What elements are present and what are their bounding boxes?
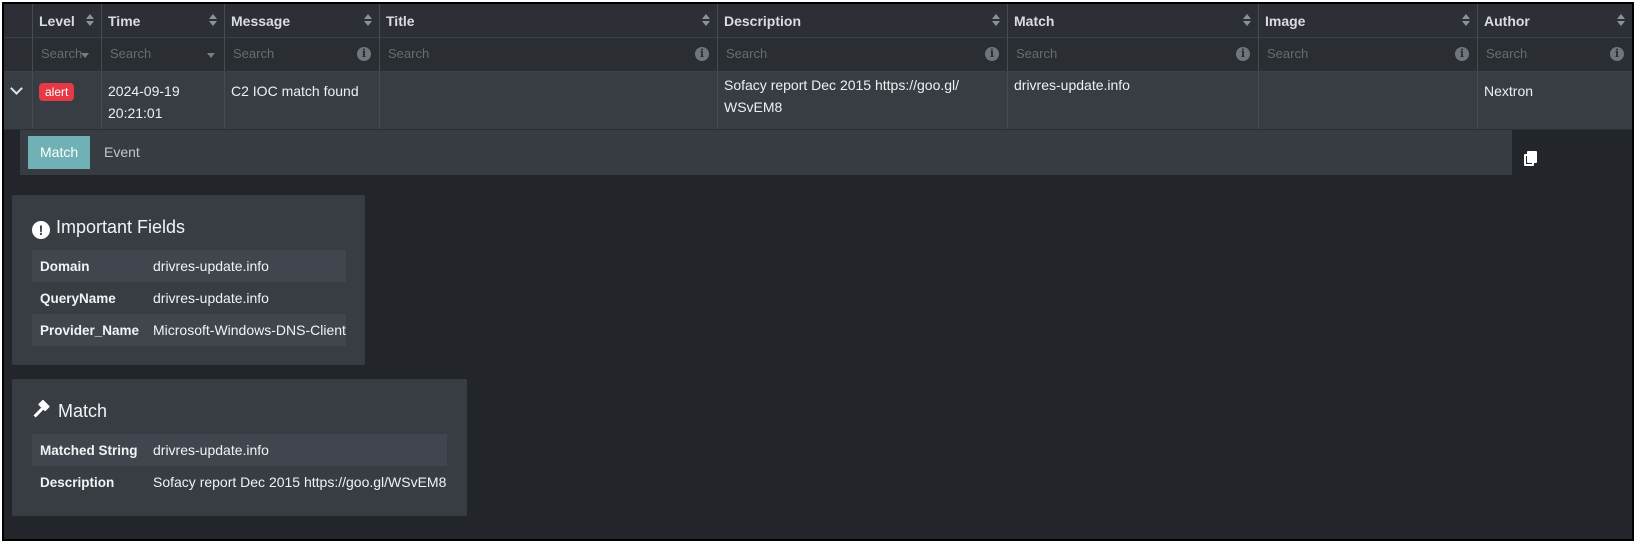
- sort-icon[interactable]: [364, 14, 372, 26]
- field-value: Sofacy report Dec 2015 https://goo.gl/WS…: [153, 474, 447, 490]
- match-text: drivres-update.info: [1014, 77, 1130, 93]
- expand-toggle[interactable]: [4, 72, 33, 129]
- table-header: Level Time Message Title Description Mat…: [4, 4, 1632, 38]
- sort-icon[interactable]: [209, 14, 217, 26]
- image-search-input[interactable]: Search i: [1259, 38, 1478, 71]
- field-value: drivres-update.info: [153, 290, 269, 306]
- card-title-text: Important Fields: [56, 217, 186, 237]
- sort-icon[interactable]: [992, 14, 1000, 26]
- filter-placeholder: Search: [233, 46, 275, 61]
- sort-icon[interactable]: [1617, 14, 1625, 26]
- card-title-text: Match: [58, 401, 108, 421]
- sort-icon[interactable]: [1243, 14, 1251, 26]
- time-filter-select[interactable]: Search: [102, 38, 225, 71]
- sort-icon[interactable]: [1462, 14, 1470, 26]
- detail-tabs: Match Event: [20, 130, 1512, 175]
- sort-icon[interactable]: [702, 14, 710, 26]
- column-header-level[interactable]: Level: [33, 4, 102, 37]
- gavel-icon: [32, 399, 52, 419]
- time-date: 2024-09-19: [108, 83, 180, 99]
- author-text: Nextron: [1484, 83, 1534, 99]
- match-card: Match Matched String drivres-update.info …: [12, 379, 467, 516]
- important-fields-card: ! Important Fields Domain drivres-update.i…: [12, 195, 365, 365]
- match-search-input[interactable]: Search i: [1008, 38, 1259, 71]
- filter-placeholder: Search: [1486, 46, 1528, 61]
- column-header-author[interactable]: Author: [1478, 4, 1632, 37]
- description-text: Sofacy report Dec 2015 https://goo.gl/: [724, 77, 960, 93]
- sort-icon[interactable]: [86, 14, 94, 26]
- cell-level: alert: [33, 72, 102, 129]
- column-label: Match: [1014, 13, 1055, 29]
- level-badge: alert: [39, 83, 75, 101]
- filter-placeholder: Search: [388, 46, 430, 61]
- column-header-message[interactable]: Message: [225, 4, 380, 37]
- field-row: Provider_Name Microsoft-Windows-DNS-Clien…: [32, 314, 346, 346]
- filter-placeholder: Search: [1267, 46, 1309, 61]
- copy-icon[interactable]: [1524, 151, 1538, 167]
- cell-match: drivres-update.info: [1008, 72, 1259, 129]
- column-label: Message: [231, 13, 291, 29]
- message-search-input[interactable]: Search i: [225, 38, 380, 71]
- info-icon[interactable]: i: [695, 47, 709, 61]
- column-label: Image: [1265, 13, 1306, 29]
- field-row: Matched String drivres-update.info: [32, 434, 447, 466]
- chevron-down-icon: [10, 82, 23, 95]
- info-icon[interactable]: i: [1455, 47, 1469, 61]
- info-icon[interactable]: i: [1610, 47, 1624, 61]
- cell-time: 2024-09-19 20:21:01: [102, 72, 225, 129]
- message-text: C2 IOC match found: [231, 83, 359, 99]
- column-label: Description: [724, 13, 802, 29]
- column-header-description[interactable]: Description: [718, 4, 1008, 37]
- author-search-input[interactable]: Search i: [1478, 38, 1632, 71]
- header-expand: [4, 4, 33, 37]
- description-search-input[interactable]: Search i: [718, 38, 1008, 71]
- field-value: Microsoft-Windows-DNS-Client: [153, 322, 346, 338]
- column-header-time[interactable]: Time: [102, 4, 225, 37]
- info-icon[interactable]: i: [357, 47, 371, 61]
- column-header-title[interactable]: Title: [380, 4, 718, 37]
- alert-detail-panel: Level Time Message Title Description Mat…: [2, 2, 1634, 541]
- cell-description: Sofacy report Dec 2015 https://goo.gl/WS…: [718, 72, 1008, 129]
- field-row: QueryName drivres-update.info: [32, 282, 346, 314]
- field-row: Domain drivres-update.info: [32, 250, 346, 282]
- filter-row: Search Search Search i Search i Search i Se…: [4, 38, 1632, 72]
- cell-message: C2 IOC match found: [225, 72, 380, 129]
- field-value: drivres-update.info: [153, 442, 269, 458]
- caret-down-icon: [207, 53, 215, 58]
- filter-placeholder: Search: [110, 46, 152, 61]
- tab-match[interactable]: Match: [28, 136, 90, 169]
- exclamation-circle-icon: !: [32, 221, 50, 239]
- column-label: Author: [1484, 13, 1530, 29]
- card-title: ! Important Fields: [32, 217, 185, 239]
- field-value: drivres-update.info: [153, 258, 269, 274]
- cell-title: [380, 72, 718, 129]
- field-row: Description Sofacy report Dec 2015 https:…: [32, 466, 447, 498]
- filter-placeholder: Search: [1016, 46, 1058, 61]
- description-text-cont: WSvEM8: [724, 99, 783, 115]
- filter-spacer: [4, 38, 33, 71]
- table-row[interactable]: alert 2024-09-19 20:21:01 C2 IOC match fo…: [4, 72, 1632, 130]
- field-key: Provider_Name: [40, 322, 140, 338]
- info-icon[interactable]: i: [1236, 47, 1250, 61]
- card-title: Match: [32, 399, 108, 422]
- caret-down-icon: [81, 53, 89, 58]
- filter-placeholder: Search: [726, 46, 768, 61]
- field-key: QueryName: [40, 290, 116, 306]
- time-clock: 20:21:01: [108, 105, 163, 121]
- field-key: Description: [40, 474, 115, 490]
- filter-placeholder: Search: [41, 46, 83, 61]
- column-header-image[interactable]: Image: [1259, 4, 1478, 37]
- column-header-match[interactable]: Match: [1008, 4, 1259, 37]
- tab-event[interactable]: Event: [92, 136, 152, 169]
- title-search-input[interactable]: Search i: [380, 38, 718, 71]
- cell-image: [1259, 72, 1478, 129]
- field-key: Matched String: [40, 442, 138, 458]
- level-filter-select[interactable]: Search: [33, 38, 102, 71]
- column-label: Level: [39, 13, 75, 29]
- field-key: Domain: [40, 258, 90, 274]
- column-label: Time: [108, 13, 141, 29]
- column-label: Title: [386, 13, 415, 29]
- info-icon[interactable]: i: [985, 47, 999, 61]
- cell-author: Nextron: [1478, 72, 1632, 129]
